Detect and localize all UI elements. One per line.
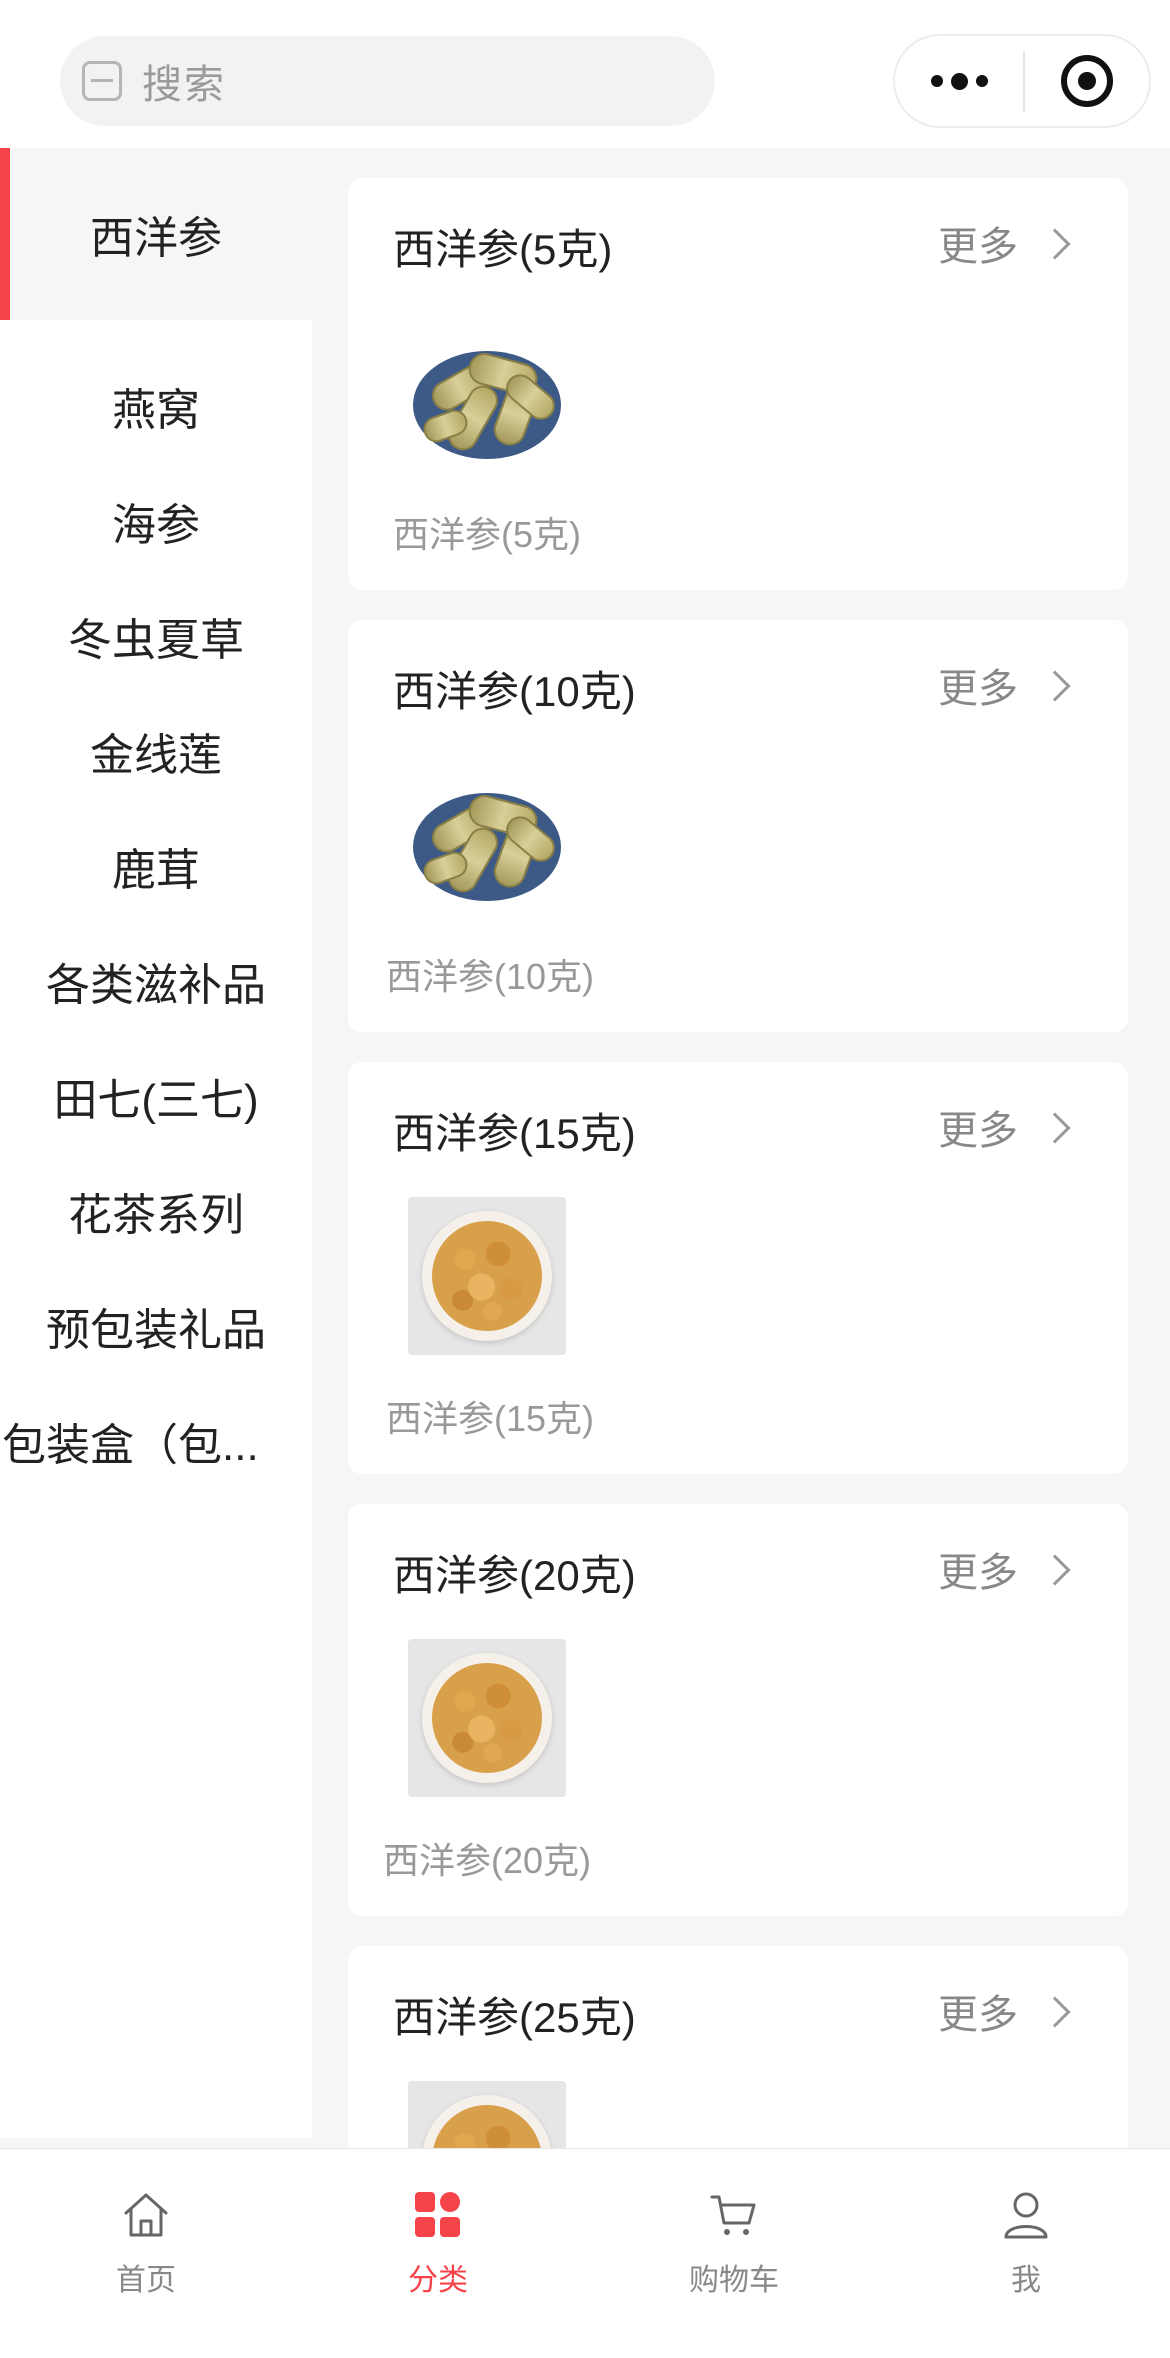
group-title: 西洋参(10克) [393, 668, 636, 715]
more-label: 更多 [938, 1551, 1018, 1595]
product-name[interactable]: 西洋参(10克) [386, 948, 594, 1000]
more-label: 更多 [938, 225, 1018, 269]
category-sidebar: 西洋参 燕窝 海参 冬虫夏草 金线莲 鹿茸 各类滋补品 田七(三七) 花茶系列 … [0, 148, 312, 2138]
more-label: 更多 [938, 667, 1018, 711]
cart-icon [708, 2189, 760, 2241]
sidebar-item-label: 鹿茸 [112, 846, 200, 895]
tab-label: 分类 [408, 2264, 468, 2297]
tab-home[interactable]: 首页 [0, 2149, 292, 2299]
chevron-right-icon [1039, 1996, 1071, 2028]
product-image[interactable] [408, 1197, 566, 1355]
user-icon [1000, 2189, 1052, 2241]
more-link[interactable]: 更多 [938, 656, 1071, 714]
more-link[interactable]: 更多 [938, 214, 1071, 272]
product-group-card: 西洋参(15克) 更多 西洋参(15克) [348, 1062, 1128, 1474]
tab-label: 首页 [116, 2264, 176, 2297]
more-label: 更多 [938, 1993, 1018, 2037]
group-title: 西洋参(15克) [393, 1110, 636, 1157]
sidebar-item-baozhuanghe[interactable]: 包装盒（包... [0, 1355, 312, 1527]
sidebar-item-label: 各类滋补品 [46, 961, 266, 1010]
chevron-right-icon [1039, 1554, 1071, 1586]
sidebar-item-label: 田七(三七) [53, 1076, 259, 1125]
chevron-right-icon [1039, 1112, 1071, 1144]
category-icon [412, 2189, 464, 2241]
mini-program-capsule [893, 34, 1151, 128]
more-label: 更多 [938, 1109, 1018, 1153]
content-area: 西洋参 燕窝 海参 冬虫夏草 金线莲 鹿茸 各类滋补品 田七(三七) 花茶系列 … [0, 148, 1170, 2358]
sidebar-item-label: 金线莲 [90, 731, 222, 780]
more-dots-icon[interactable] [895, 36, 1023, 126]
sidebar-item-label: 花茶系列 [68, 1191, 244, 1240]
tab-category[interactable]: 分类 [292, 2149, 584, 2299]
sidebar-item-label: 西洋参 [90, 214, 222, 263]
sidebar-item-label: 海参 [112, 501, 200, 550]
group-title: 西洋参(25克) [393, 1994, 636, 2041]
tab-label: 我 [1011, 2264, 1041, 2297]
search-input[interactable]: 搜索 [60, 36, 715, 126]
target-close-icon[interactable] [1025, 55, 1149, 107]
home-icon [120, 2189, 172, 2241]
bottom-tab-bar: 首页 分类 购物车 我 [0, 2148, 1170, 2333]
product-group-card: 西洋参(5克) 更多 西洋参(5克) [348, 178, 1128, 590]
product-name[interactable]: 西洋参(5克) [393, 506, 581, 558]
chevron-right-icon [1039, 228, 1071, 260]
sidebar-item-xiyangshen[interactable]: 西洋参 [0, 148, 312, 320]
more-link[interactable]: 更多 [938, 1540, 1071, 1598]
group-title: 西洋参(5克) [393, 226, 613, 273]
product-image[interactable] [408, 755, 566, 913]
tab-me[interactable]: 我 [880, 2149, 1170, 2299]
sidebar-item-label: 包装盒（包... [2, 1421, 259, 1470]
sidebar-item-label: 冬虫夏草 [68, 616, 244, 665]
more-link[interactable]: 更多 [938, 1098, 1071, 1156]
search-placeholder: 搜索 [142, 63, 226, 107]
group-title: 西洋参(20克) [393, 1552, 636, 1599]
product-name[interactable]: 西洋参(15克) [386, 1390, 594, 1442]
product-name[interactable]: 西洋参(20克) [383, 1832, 591, 1884]
tab-label: 购物车 [689, 2264, 779, 2297]
product-image[interactable] [408, 313, 566, 471]
sidebar-item-label: 燕窝 [112, 386, 200, 435]
tab-cart[interactable]: 购物车 [588, 2149, 880, 2299]
search-icon [82, 61, 122, 101]
product-image[interactable] [408, 1639, 566, 1797]
more-link[interactable]: 更多 [938, 1982, 1071, 2040]
product-group-card: 西洋参(10克) 更多 西洋参(10克) [348, 620, 1128, 1032]
top-bar: 搜索 [0, 0, 1170, 148]
sidebar-item-label: 预包装礼品 [46, 1306, 266, 1355]
chevron-right-icon [1039, 670, 1071, 702]
product-group-card: 西洋参(20克) 更多 西洋参(20克) [348, 1504, 1128, 1916]
